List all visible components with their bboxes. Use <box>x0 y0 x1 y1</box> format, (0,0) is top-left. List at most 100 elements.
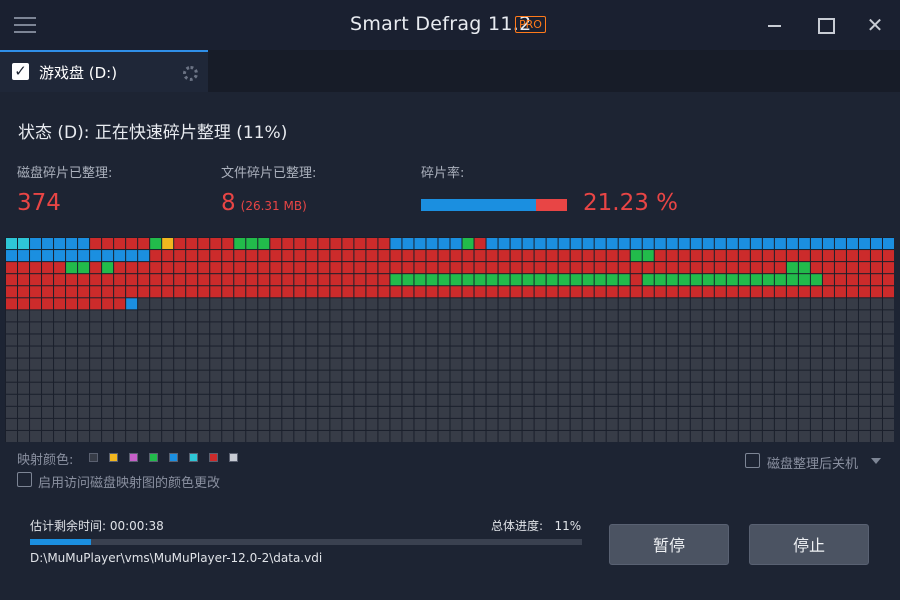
map-block-fragmented <box>258 274 270 286</box>
map-block-empty <box>678 382 690 394</box>
map-block-empty <box>666 298 678 310</box>
map-block-empty <box>426 430 438 442</box>
map-block-empty <box>498 430 510 442</box>
map-block-empty <box>162 430 174 442</box>
map-block-fragmented <box>210 262 222 274</box>
map-block-defragmented <box>390 274 402 286</box>
map-block-empty <box>234 346 246 358</box>
map-block-empty <box>834 382 846 394</box>
map-block-empty <box>570 310 582 322</box>
map-block-fragmented <box>270 238 282 250</box>
map-block-fragmented <box>690 250 702 262</box>
map-block-empty <box>714 430 726 442</box>
map-block-empty <box>294 298 306 310</box>
map-block-fragmented <box>738 250 750 262</box>
map-block-empty <box>354 322 366 334</box>
map-block-empty <box>462 334 474 346</box>
map-block-empty <box>378 430 390 442</box>
map-block-empty <box>318 382 330 394</box>
tab-checkbox[interactable]: ✓ <box>12 63 29 80</box>
map-block-empty <box>210 358 222 370</box>
map-block-empty <box>654 430 666 442</box>
map-block-fragmented <box>654 286 666 298</box>
map-block-empty <box>582 322 594 334</box>
map-block-empty <box>846 394 858 406</box>
map-block-empty <box>366 358 378 370</box>
map-block-empty <box>114 322 126 334</box>
map-block-empty <box>654 418 666 430</box>
map-block-empty <box>714 382 726 394</box>
disk-fragments-label: 磁盘碎片已整理: <box>17 166 113 181</box>
map-block-empty <box>294 430 306 442</box>
map-block-empty <box>318 322 330 334</box>
map-block-defragmented <box>810 274 822 286</box>
map-block-fragmented <box>426 250 438 262</box>
map-block-defragmented <box>678 274 690 286</box>
minimize-button[interactable] <box>764 14 786 36</box>
map-block-fragmented <box>678 286 690 298</box>
map-block-empty <box>246 406 258 418</box>
map-block-contiguous <box>102 250 114 262</box>
map-block-empty <box>534 310 546 322</box>
maximize-button[interactable] <box>814 14 836 36</box>
map-block-contiguous <box>522 238 534 250</box>
map-block-fragmented <box>570 262 582 274</box>
map-block-empty <box>318 334 330 346</box>
pause-button[interactable]: 暂停 <box>609 524 729 565</box>
map-block-fragmented <box>750 262 762 274</box>
map-block-fragmented <box>702 262 714 274</box>
map-block-empty <box>798 370 810 382</box>
map-block-fragmented <box>870 286 882 298</box>
spinner-icon <box>183 66 198 81</box>
map-block-empty <box>342 418 354 430</box>
map-block-empty <box>18 430 30 442</box>
map-block-fragmented <box>414 286 426 298</box>
map-block-contiguous <box>426 238 438 250</box>
map-block-empty <box>342 370 354 382</box>
close-button[interactable]: ✕ <box>864 14 886 36</box>
disk-fragments-value: 374 <box>17 190 61 216</box>
map-block-empty <box>246 298 258 310</box>
map-block-fragmented <box>834 286 846 298</box>
map-block-fragmented <box>90 262 102 274</box>
map-block-fragmented <box>54 274 66 286</box>
menu-icon[interactable] <box>14 17 36 33</box>
map-block-contiguous <box>438 238 450 250</box>
map-block-contiguous <box>126 298 138 310</box>
map-block-empty <box>426 310 438 322</box>
map-block-empty <box>714 298 726 310</box>
tab-drive-d[interactable]: ✓ 游戏盘 (D:) <box>0 50 208 92</box>
shutdown-checkbox[interactable] <box>745 453 760 468</box>
map-block-empty <box>330 346 342 358</box>
map-block-empty <box>186 418 198 430</box>
map-block-defragmented <box>450 274 462 286</box>
map-block-defragmented <box>150 238 162 250</box>
stop-button[interactable]: 停止 <box>749 524 869 565</box>
color-change-checkbox[interactable] <box>17 472 32 487</box>
map-block-empty <box>546 394 558 406</box>
map-block-empty <box>66 346 78 358</box>
map-block-empty <box>414 430 426 442</box>
map-block-empty <box>738 346 750 358</box>
map-block-empty <box>294 406 306 418</box>
map-block-empty <box>378 322 390 334</box>
map-block-fragmented <box>858 286 870 298</box>
map-block-fragmented <box>114 286 126 298</box>
map-block-empty <box>402 298 414 310</box>
map-block-empty <box>210 298 222 310</box>
map-block-empty <box>654 382 666 394</box>
map-block-empty <box>54 370 66 382</box>
map-block-empty <box>846 418 858 430</box>
map-block-empty <box>246 382 258 394</box>
map-block-empty <box>750 382 762 394</box>
map-block-empty <box>402 430 414 442</box>
map-block-fragmented <box>6 274 18 286</box>
map-block-empty <box>390 334 402 346</box>
chevron-down-icon[interactable] <box>871 458 881 464</box>
map-block-empty <box>822 346 834 358</box>
map-block-fragmented <box>282 238 294 250</box>
map-block-empty <box>450 322 462 334</box>
map-block-empty <box>594 406 606 418</box>
map-block-empty <box>834 406 846 418</box>
map-block-fragmented <box>606 250 618 262</box>
